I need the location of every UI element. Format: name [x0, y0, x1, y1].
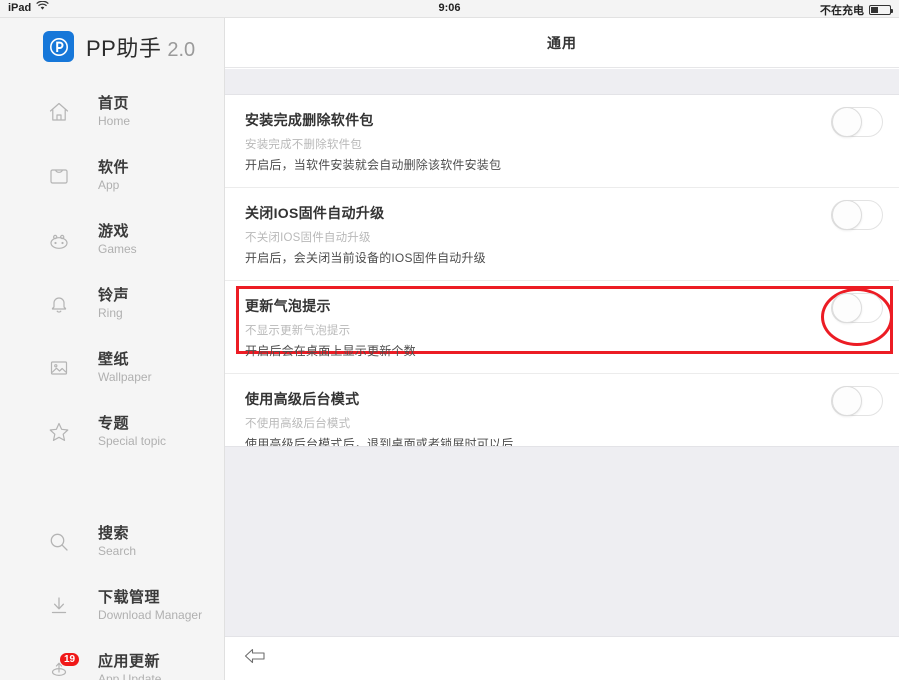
sidebar-item-labels: 搜索 Search: [98, 525, 136, 558]
sidebar-item-label-cn: 下载管理: [98, 589, 161, 607]
gamepad-icon: [44, 225, 74, 255]
status-bar-clock: 9:06: [438, 2, 461, 14]
sidebar-item-app[interactable]: 软件 App: [0, 144, 225, 208]
sidebar: PP助手 2.0 首页 Home 软件 App 游戏 Games 铃声 Ring…: [0, 18, 225, 680]
sidebar-item-labels: 壁纸 Wallpaper: [98, 351, 152, 384]
battery-status-label: 不在充电: [820, 5, 864, 17]
star-icon: [44, 417, 74, 447]
setting-description: 开启后会在桌面上显示更新个数: [245, 343, 899, 360]
settings-list: 安装完成删除软件包 安装完成不删除软件包 开启后，当软件安装就会自动删除该软件安…: [225, 95, 899, 502]
sidebar-item-labels: 专题 Special topic: [98, 415, 166, 448]
brand-header: PP助手 2.0: [0, 18, 225, 75]
sidebar-item-special-topic[interactable]: 专题 Special topic: [0, 400, 225, 464]
sidebar-item-labels: 首页 Home: [98, 95, 130, 128]
sidebar-item-label-en: Ring: [98, 305, 123, 320]
sidebar-item-label-en: App: [98, 177, 120, 192]
sidebar-item-labels: 软件 App: [98, 159, 129, 192]
main-header: 通用: [225, 18, 899, 68]
sidebar-item-download-manager[interactable]: 下载管理 Download Manager: [0, 574, 225, 638]
setting-subtitle: 安装完成不删除软件包: [245, 139, 362, 151]
page-title: 通用: [547, 34, 577, 51]
setting-description: 开启后，当软件安装就会自动删除该软件安装包: [245, 157, 899, 174]
refresh-icon: 19: [44, 652, 81, 680]
setting-row-update-bubble[interactable]: 更新气泡提示 不显示更新气泡提示 开启后会在桌面上显示更新个数: [225, 281, 899, 375]
toggle-knob: [832, 107, 862, 137]
setting-description: 开启后，会关闭当前设备的IOS固件自动升级: [245, 250, 899, 267]
setting-toggle[interactable]: [831, 386, 883, 417]
sidebar-item-label-en: Download Manager: [98, 607, 203, 622]
setting-subtitle: 不使用高级后台模式: [245, 418, 351, 431]
sidebar-item-ring[interactable]: 铃声 Ring: [0, 272, 225, 336]
back-arrow-icon[interactable]: [243, 646, 267, 671]
setting-toggle[interactable]: [831, 107, 883, 137]
sidebar-item-label-cn: 应用更新: [98, 653, 161, 671]
sidebar-item-search[interactable]: 搜索 Search: [0, 510, 225, 574]
sidebar-item-home[interactable]: 首页 Home: [0, 80, 225, 144]
bell-icon: [44, 289, 74, 319]
setting-row-delete-package[interactable]: 安装完成删除软件包 安装完成不删除软件包 开启后，当软件安装就会自动删除该软件安…: [225, 95, 899, 189]
setting-toggle[interactable]: [831, 293, 883, 324]
status-bar-right: 不在充电: [820, 2, 893, 18]
header-divider-band: [225, 69, 899, 95]
sidebar-item-label-cn: 软件: [98, 159, 130, 177]
sidebar-nav: 首页 Home 软件 App 游戏 Games 铃声 Ring 壁纸 Wallp…: [0, 80, 225, 680]
sidebar-item-labels: 游戏 Games: [98, 223, 137, 256]
sidebar-item-labels: 下载管理 Download Manager: [98, 589, 202, 622]
sidebar-item-label-cn: 壁纸: [98, 351, 130, 369]
home-icon: [44, 97, 74, 127]
battery-icon: [869, 5, 893, 15]
pp-logo-icon: [43, 31, 74, 62]
sidebar-item-label-cn: 搜索: [98, 525, 130, 543]
sidebar-item-wallpaper[interactable]: 壁纸 Wallpaper: [0, 336, 225, 400]
brand-version: 2.0: [167, 38, 196, 61]
sidebar-item-label-cn: 铃声: [98, 287, 130, 305]
toggle-knob: [832, 386, 862, 417]
update-count-badge: 19: [59, 652, 81, 667]
setting-row-disable-ios-firmware-update[interactable]: 关闭IOS固件自动升级 不关闭IOS固件自动升级 开启后，会关闭当前设备的IOS…: [225, 188, 899, 355]
status-bar: iPad 9:06 不在充电: [0, 0, 899, 18]
setting-description-line: 开启后会在桌面上显示更新个数: [245, 344, 416, 359]
sidebar-item-label-en: Wallpaper: [98, 369, 152, 384]
search-icon: [44, 527, 74, 557]
bottom-bar: [225, 636, 899, 680]
setting-title: 使用高级后台模式: [245, 391, 360, 408]
setting-description-line: 开启后，当软件安装就会自动删除该软件安装包: [245, 158, 502, 172]
setting-title: 关闭IOS固件自动升级: [245, 205, 385, 222]
setting-title: 安装完成删除软件包: [245, 112, 374, 128]
main-panel: 通用 安装完成删除软件包 安装完成不删除软件包 开启后，当软件安装就会自动删除该…: [225, 18, 899, 680]
sidebar-item-games[interactable]: 游戏 Games: [0, 208, 225, 272]
sidebar-item-label-cn: 首页: [98, 95, 130, 113]
toggle-knob: [832, 293, 862, 324]
image-icon: [44, 353, 74, 383]
brand-name: PP助手: [86, 35, 162, 61]
sidebar-item-label-en: Search: [98, 543, 137, 558]
sidebar-item-labels: 应用更新 App Update: [98, 653, 161, 680]
setting-subtitle: 不关闭IOS固件自动升级: [245, 232, 371, 245]
setting-toggle[interactable]: [831, 200, 883, 231]
sidebar-item-label-en: Games: [98, 241, 137, 256]
sidebar-item-label-en: Home: [98, 113, 131, 128]
download-icon: [44, 591, 74, 621]
app-window: iPad 9:06 不在充电 PP助手 2.0 首页 Home 软件 App 游…: [0, 0, 899, 680]
setting-title: 更新气泡提示: [245, 298, 331, 315]
sidebar-item-labels: 铃声 Ring: [98, 287, 129, 320]
brand-text: PP助手 2.0: [86, 31, 195, 63]
sidebar-item-label-cn: 专题: [98, 415, 130, 433]
sidebar-item-app-update[interactable]: 19 应用更新 App Update: [0, 638, 225, 680]
sidebar-item-label-en: Special topic: [98, 433, 167, 448]
empty-area: [225, 446, 899, 636]
toggle-knob: [832, 200, 862, 231]
setting-subtitle: 不显示更新气泡提示: [245, 325, 351, 338]
bag-icon: [44, 161, 74, 191]
setting-description-line: 开启后，会关闭当前设备的IOS固件自动升级: [245, 251, 486, 266]
sidebar-item-label-cn: 游戏: [98, 223, 130, 241]
sidebar-item-label-en: App Update: [98, 671, 162, 680]
